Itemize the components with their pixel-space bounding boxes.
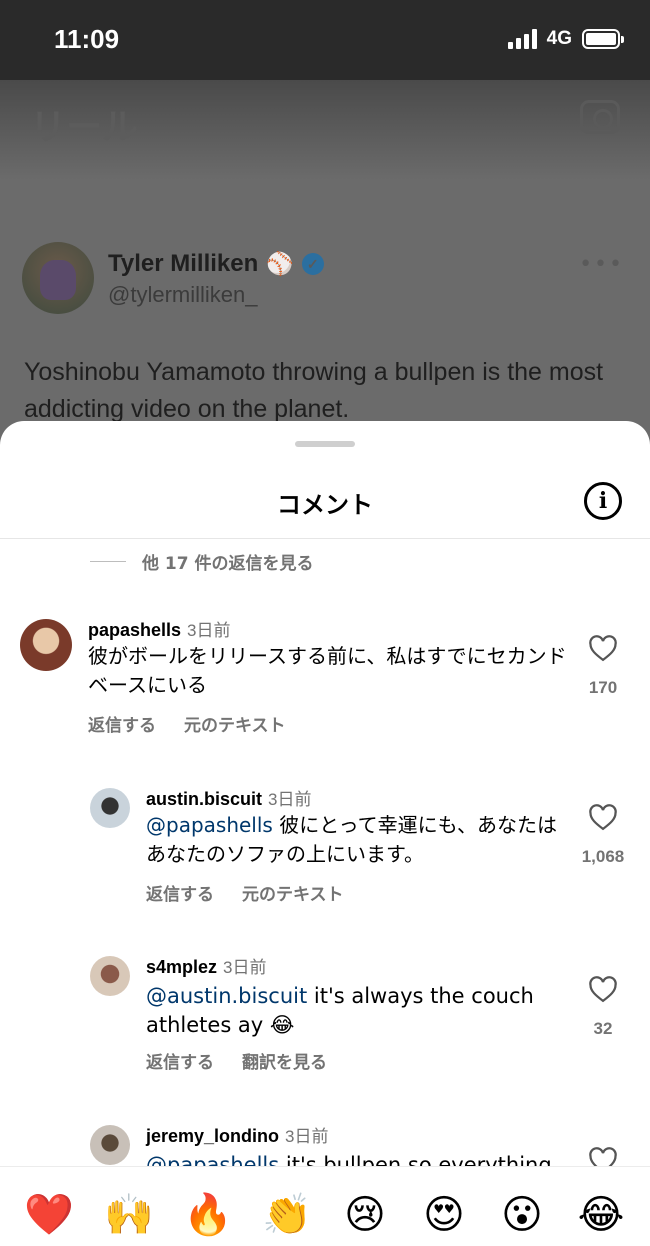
- emoji-crying-face[interactable]: 😢: [341, 1191, 389, 1239]
- emoji-red-heart[interactable]: ❤️: [24, 1191, 74, 1239]
- view-more-replies-label: 他 17 件の返信を見る: [142, 554, 314, 574]
- view-more-replies-button[interactable]: 他 17 件の返信を見る: [90, 549, 314, 574]
- comment-username[interactable]: s4mplez: [146, 957, 217, 977]
- mention-link[interactable]: @papashells: [146, 813, 273, 837]
- like-count: 170: [588, 678, 618, 697]
- status-bar: 11:09 4G: [0, 0, 650, 80]
- signal-icon: [507, 29, 537, 49]
- avatar[interactable]: [90, 1125, 130, 1165]
- tweet-handle: @tylermilliken_: [108, 282, 258, 307]
- see-original-button[interactable]: 元のテキスト: [242, 880, 344, 905]
- comment-time: 3日前: [285, 1127, 329, 1146]
- comment-actions: 返信する 元のテキスト: [146, 880, 344, 905]
- reply-button[interactable]: 返信する: [146, 1048, 214, 1073]
- comment-time: 3日前: [268, 790, 312, 809]
- heart-icon[interactable]: [588, 634, 618, 662]
- header-divider: [0, 538, 650, 539]
- emoji-tears-of-joy[interactable]: 😂: [577, 1191, 625, 1239]
- comments-sheet: コメント i 他 17 件の返信を見る papashells 3日前 彼がボールを…: [0, 421, 650, 1246]
- reels-title: リール: [30, 107, 139, 148]
- comment-header: s4mplez 3日前: [146, 953, 267, 978]
- see-translation-button[interactable]: 翻訳を見る: [242, 1048, 327, 1073]
- comment-text: 彼がボールをリリースする前に、私はすでにセカンドベースにいる: [88, 644, 567, 697]
- see-original-button[interactable]: 元のテキスト: [184, 711, 286, 736]
- emoji-fire[interactable]: 🔥: [183, 1191, 233, 1239]
- comment-actions: 返信する 元のテキスト: [88, 711, 286, 736]
- quick-reaction-bar: ❤️ 🙌 🔥 👏 😢 😍 😮 😂: [0, 1166, 650, 1246]
- comment-text: @austin.biscuit it's always the couch at…: [146, 982, 566, 1040]
- heart-icon[interactable]: [588, 975, 618, 1003]
- comment-actions: 返信する 翻訳を見る: [146, 1048, 327, 1073]
- battery-icon: [582, 29, 624, 49]
- reels-header: リール: [0, 80, 650, 180]
- heart-icon[interactable]: [588, 803, 618, 831]
- reply-button[interactable]: 返信する: [88, 711, 156, 736]
- comment-text: @papashells 彼にとって幸運にも、あなたはあなたのソファの上にいます。: [146, 811, 566, 869]
- more-options-icon[interactable]: •••: [579, 252, 624, 277]
- sheet-title: コメント: [277, 491, 373, 519]
- comment-time: 3日前: [187, 621, 231, 640]
- mention-link[interactable]: @austin.biscuit: [146, 984, 307, 1008]
- comment-header: austin.biscuit 3日前: [146, 785, 311, 810]
- status-time: 11:09: [54, 24, 120, 54]
- reply-button[interactable]: 返信する: [146, 880, 214, 905]
- comment-username[interactable]: jeremy_londino: [146, 1126, 279, 1146]
- emoji-heart-eyes[interactable]: 😍: [420, 1191, 468, 1239]
- tweet-avatar: [22, 242, 94, 314]
- tweet-author: Tyler Milliken ⚾ ✓: [108, 250, 324, 278]
- emoji-surprised-face[interactable]: 😮: [498, 1191, 546, 1239]
- sheet-grabber[interactable]: [295, 441, 355, 447]
- network-label: 4G: [546, 28, 572, 49]
- tweet-author-name: Tyler Milliken: [108, 250, 259, 277]
- like-count: 1,068: [581, 847, 625, 866]
- camera-icon[interactable]: [580, 100, 620, 134]
- status-icons: 4G: [507, 28, 624, 50]
- tweet-text: Yoshinobu Yamamoto throwing a bullpen is…: [24, 358, 604, 423]
- baseball-icon: ⚾: [266, 251, 294, 276]
- emoji-raising-hands[interactable]: 🙌: [104, 1191, 154, 1239]
- info-icon[interactable]: i: [584, 482, 622, 520]
- comment-username[interactable]: austin.biscuit: [146, 789, 262, 809]
- emoji-clapping-hands[interactable]: 👏: [262, 1191, 312, 1239]
- avatar[interactable]: [90, 788, 130, 828]
- like-count: 32: [593, 1019, 613, 1038]
- comment-header: papashells 3日前: [88, 616, 231, 641]
- comment-time: 3日前: [223, 958, 267, 977]
- verified-badge-icon: ✓: [301, 253, 324, 275]
- comment-username[interactable]: papashells: [88, 620, 181, 640]
- comment-header: jeremy_londino 3日前: [146, 1122, 329, 1147]
- avatar[interactable]: [90, 956, 130, 996]
- avatar[interactable]: [20, 619, 72, 671]
